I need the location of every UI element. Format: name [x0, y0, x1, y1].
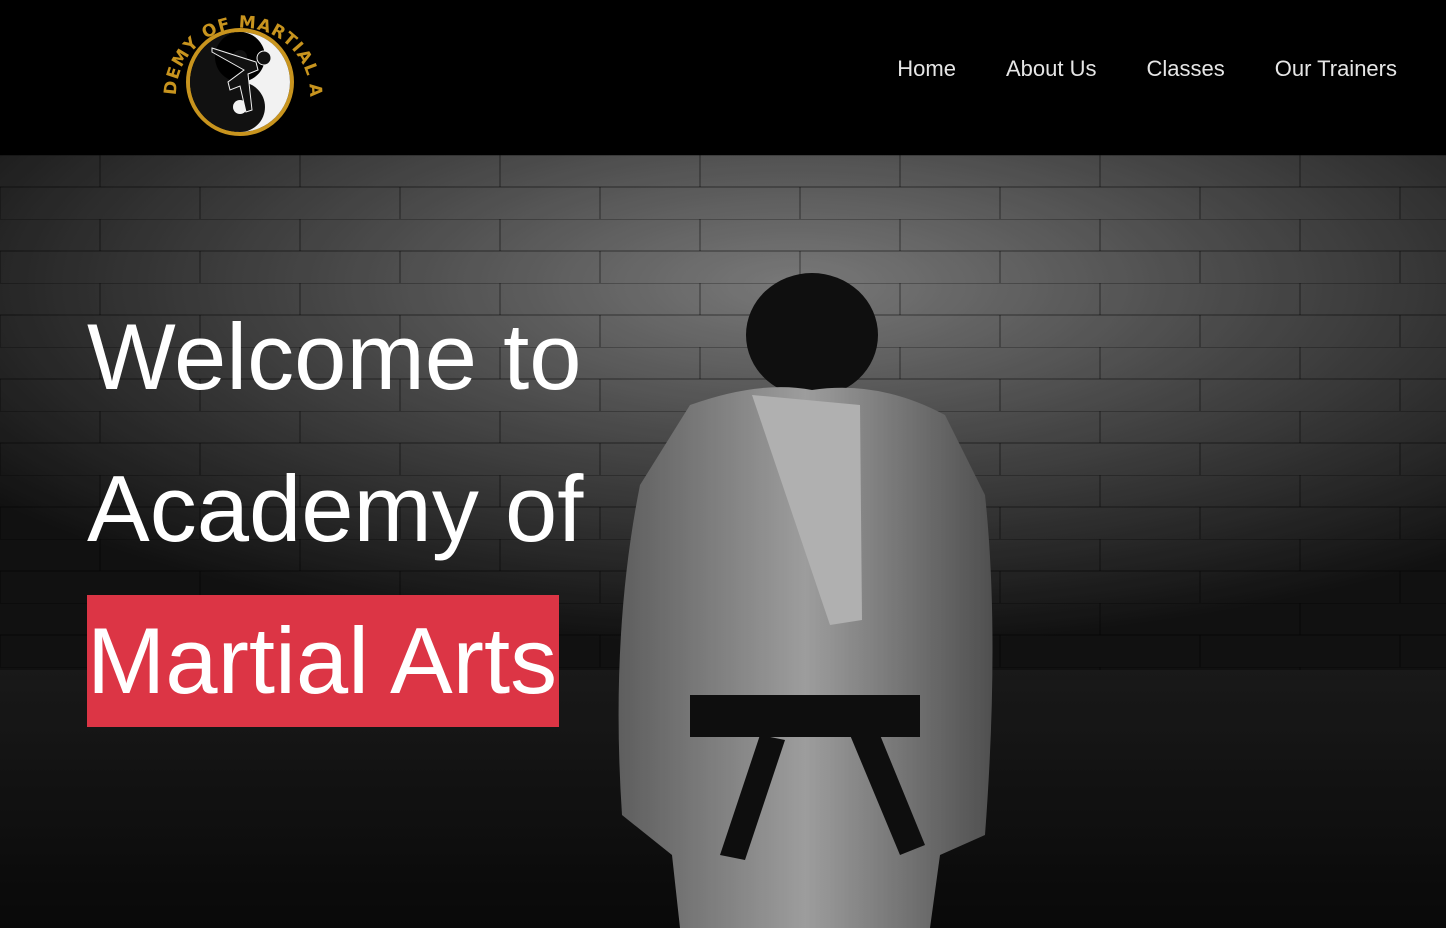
navbar: ACADEMY OF MARTIAL ARTS Home About Us Cl…	[0, 0, 1446, 155]
hero-line-1: Welcome to	[87, 304, 582, 409]
page: ACADEMY OF MARTIAL ARTS Home About Us Cl…	[0, 0, 1446, 928]
logo-emblem-icon: ACADEMY OF MARTIAL ARTS	[153, 0, 324, 136]
main-nav: Home About Us Classes Our Trainers	[872, 52, 1446, 86]
nav-about-us[interactable]: About Us	[981, 52, 1122, 86]
hero-section: Welcome to Academy of Martial Arts	[0, 155, 1446, 928]
nav-home[interactable]: Home	[872, 52, 981, 86]
nav-our-trainers[interactable]: Our Trainers	[1250, 52, 1446, 86]
nav-classes[interactable]: Classes	[1121, 52, 1249, 86]
hero-line-3: Martial Arts	[87, 585, 583, 737]
hero-line-2: Academy of	[87, 456, 584, 561]
hero-highlight: Martial Arts	[87, 595, 560, 727]
academy-logo[interactable]: ACADEMY OF MARTIAL ARTS	[153, 0, 325, 140]
hero-title: Welcome to Academy of Martial Arts	[87, 281, 583, 737]
